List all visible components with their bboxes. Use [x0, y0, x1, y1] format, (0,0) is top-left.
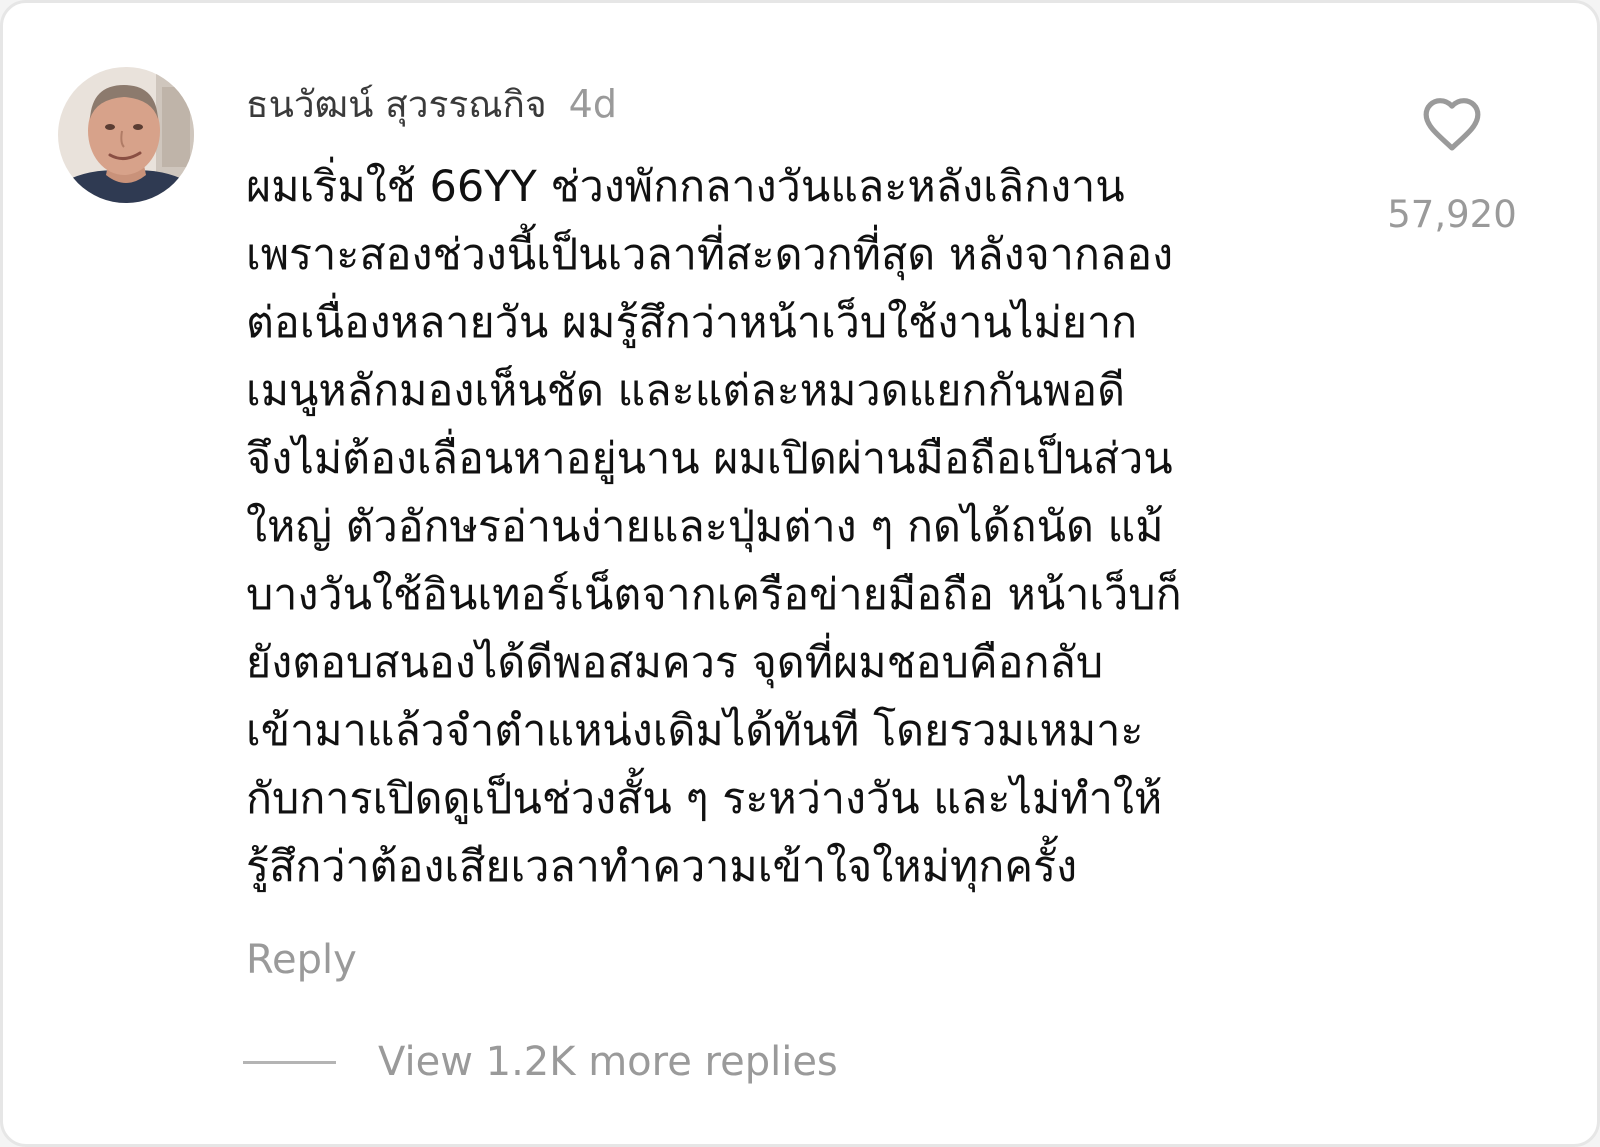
comment-line: บางวันใช้อินเทอร์เน็ตจากเครือข่ายมือถือ …: [246, 570, 1182, 620]
reply-button[interactable]: Reply: [246, 937, 357, 983]
comment-line: รู้สึกว่าต้องเสียเวลาทำความเข้าใจใหม่ทุก…: [246, 842, 1078, 892]
comment-line: ต่อเนื่องหลายวัน ผมรู้สึกว่าหน้าเว็บใช้ง…: [246, 298, 1138, 348]
author-name[interactable]: ธนวัฒน์ สุวรรณกิจ: [246, 75, 547, 134]
view-more-replies-button[interactable]: View 1.2K more replies: [243, 1039, 838, 1085]
replies-divider: [243, 1060, 336, 1064]
heart-outline-icon: [1423, 98, 1481, 151]
comment-text: ผมเริ่มใช้ 66YY ช่วงพักกลางวันและหลังเลิ…: [246, 153, 1346, 901]
avatar[interactable]: [58, 67, 194, 203]
comment-card: ธนวัฒน์ สุวรรณกิจ 4d ผมเริ่มใช้ 66YY ช่ว…: [0, 0, 1600, 1147]
comment-line: เมนูหลักมองเห็นชัด และแต่ละหมวดแยกกันพอด…: [246, 366, 1126, 416]
comment-line: ผมเริ่มใช้ 66YY ช่วงพักกลางวันและหลังเลิ…: [246, 162, 1125, 212]
view-more-replies-label: View 1.2K more replies: [378, 1039, 838, 1085]
comment-header: ธนวัฒน์ สุวรรณกิจ 4d: [246, 75, 617, 131]
comment-line: ใหญ่ ตัวอักษรอ่านง่ายและปุ่มต่าง ๆ กดได้…: [246, 502, 1164, 552]
like-button[interactable]: [1421, 95, 1483, 157]
comment-line: กับการเปิดดูเป็นช่วงสั้น ๆ ระหว่างวัน แล…: [246, 774, 1163, 824]
comment-line: จึงไม่ต้องเลื่อนหาอยู่นาน ผมเปิดผ่านมือถ…: [246, 434, 1173, 484]
like-count: 57,920: [1387, 193, 1517, 236]
avatar-photo: [58, 67, 194, 203]
comment-line: เพราะสองช่วงนี้เป็นเวลาที่สะดวกที่สุด หล…: [246, 230, 1174, 280]
comment-timestamp: 4d: [568, 82, 617, 126]
comment-line: ยังตอบสนองได้ดีพอสมควร จุดที่ผมชอบคือกลั…: [246, 638, 1104, 688]
comment-line: เข้ามาแล้วจำตำแหน่งเดิมได้ทันที โดยรวมเห…: [246, 706, 1144, 756]
